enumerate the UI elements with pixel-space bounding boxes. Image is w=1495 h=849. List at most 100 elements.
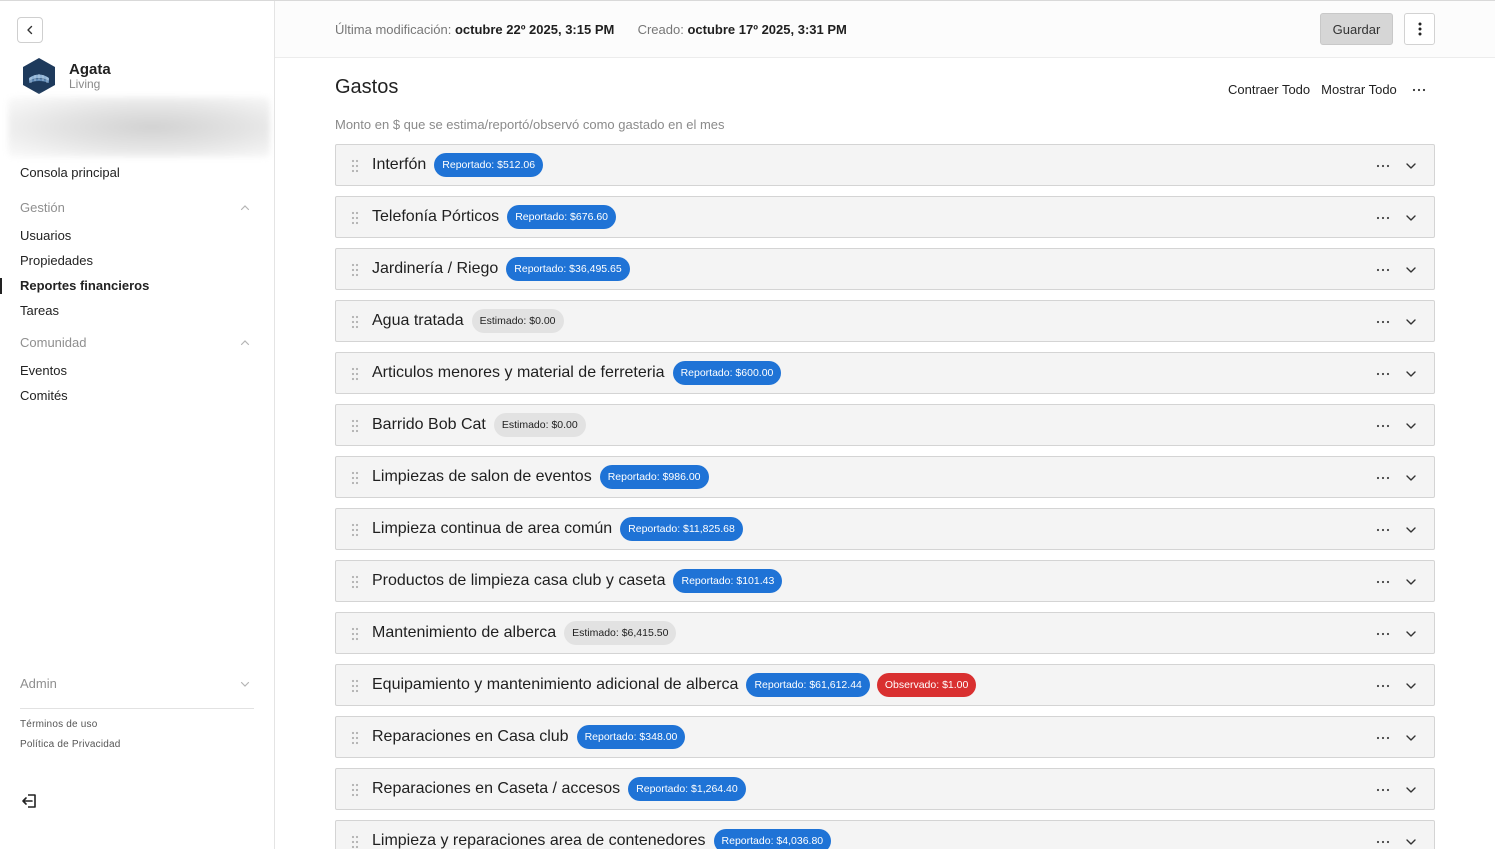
drag-handle-icon[interactable]: [350, 679, 360, 693]
expense-name: Articulos menores y material de ferreter…: [372, 364, 665, 381]
chevron-down-icon[interactable]: [1403, 522, 1419, 538]
sidebar-item-tareas[interactable]: Tareas: [20, 303, 59, 318]
more-horizontal-icon[interactable]: [1375, 158, 1391, 174]
agata-logo-icon: [23, 58, 55, 94]
expense-name: Limpieza continua de area común: [372, 520, 613, 537]
more-horizontal-icon[interactable]: [1375, 522, 1391, 538]
chevron-down-icon[interactable]: [1403, 782, 1419, 798]
expense-row[interactable]: Limpieza continua de area común Reportado…: [335, 508, 1435, 550]
drag-handle-icon[interactable]: [350, 523, 360, 537]
expense-name: Productos de limpieza casa club y caseta: [372, 572, 666, 589]
sidebar-item-comites[interactable]: Comités: [20, 388, 68, 403]
chevron-down-icon[interactable]: [1403, 418, 1419, 434]
expense-row[interactable]: Jardinería / Riego Reportado: $36,495.65: [335, 248, 1435, 290]
app-window: Agata Living Consola principal Gestión U…: [0, 0, 1495, 849]
drag-handle-icon[interactable]: [350, 835, 360, 849]
expense-row[interactable]: Limpieza y reparaciones area de contened…: [335, 820, 1435, 849]
expense-row[interactable]: Barrido Bob Cat Estimado: $0.00: [335, 404, 1435, 446]
reportado-badge: Reportado: $101.43: [673, 569, 783, 593]
more-horizontal-icon[interactable]: [1375, 418, 1391, 434]
page-actions: Contraer Todo Mostrar Todo: [1228, 82, 1426, 97]
drag-handle-icon[interactable]: [350, 419, 360, 433]
chevron-down-icon[interactable]: [1403, 834, 1419, 849]
more-horizontal-icon[interactable]: [1375, 782, 1391, 798]
section-comunidad[interactable]: Comunidad: [20, 335, 250, 350]
modification-info: Última modificación: octubre 22º 2025, 3…: [335, 22, 847, 37]
more-horizontal-icon[interactable]: [1375, 834, 1391, 849]
chevron-down-icon[interactable]: [1403, 314, 1419, 330]
expense-name: Mantenimiento de alberca: [372, 624, 557, 641]
drag-handle-icon[interactable]: [350, 783, 360, 797]
chevron-down-icon[interactable]: [1403, 678, 1419, 694]
sidebar-item-usuarios[interactable]: Usuarios: [20, 228, 71, 243]
drag-handle-icon[interactable]: [350, 159, 360, 173]
expense-row[interactable]: Limpiezas de salon de eventos Reportado: …: [335, 456, 1435, 498]
sidebar-item-eventos[interactable]: Eventos: [20, 363, 67, 378]
chevron-down-icon[interactable]: [1403, 574, 1419, 590]
chevron-down-icon[interactable]: [1403, 210, 1419, 226]
more-horizontal-icon[interactable]: [1375, 366, 1391, 382]
more-horizontal-icon[interactable]: [1375, 314, 1391, 330]
expense-row[interactable]: Telefonía Pórticos Reportado: $676.60: [335, 196, 1435, 238]
more-horizontal-icon[interactable]: [1375, 730, 1391, 746]
collapse-all-button[interactable]: Contraer Todo: [1228, 82, 1310, 97]
reportado-badge: Reportado: $36,495.65: [506, 257, 630, 281]
observado-badge: Observado: $1.00: [876, 673, 977, 697]
section-comunidad-label: Comunidad: [20, 335, 87, 350]
more-horizontal-icon[interactable]: [1375, 574, 1391, 590]
blurred-profile-card[interactable]: [8, 97, 270, 157]
section-gestion[interactable]: Gestión: [20, 200, 250, 215]
more-horizontal-icon[interactable]: [1375, 210, 1391, 226]
expense-row[interactable]: Mantenimiento de alberca Estimado: $6,415…: [335, 612, 1435, 654]
drag-handle-icon[interactable]: [350, 263, 360, 277]
estimado-badge: Estimado: $0.00: [493, 413, 586, 437]
drag-handle-icon[interactable]: [350, 367, 360, 381]
expense-row[interactable]: Productos de limpieza casa club y caseta…: [335, 560, 1435, 602]
more-horizontal-icon[interactable]: [1375, 262, 1391, 278]
more-horizontal-icon[interactable]: [1375, 678, 1391, 694]
chevron-down-icon[interactable]: [1403, 470, 1419, 486]
chevron-down-icon[interactable]: [1403, 158, 1419, 174]
expense-row[interactable]: Articulos menores y material de ferreter…: [335, 352, 1435, 394]
drag-handle-icon[interactable]: [350, 731, 360, 745]
logout-icon[interactable]: [21, 792, 39, 810]
more-horizontal-icon[interactable]: [1375, 626, 1391, 642]
sidebar-item-reportes-financieros[interactable]: Reportes financieros: [20, 278, 149, 293]
chevron-down-icon[interactable]: [1403, 730, 1419, 746]
brand-name: Agata: [69, 61, 111, 78]
back-button[interactable]: [17, 17, 43, 43]
drag-handle-icon[interactable]: [350, 315, 360, 329]
chevron-down-icon[interactable]: [1403, 262, 1419, 278]
expand-all-button[interactable]: Mostrar Todo: [1321, 82, 1397, 97]
drag-handle-icon[interactable]: [350, 575, 360, 589]
chevron-down-icon[interactable]: [1403, 626, 1419, 642]
options-button[interactable]: [1404, 13, 1435, 45]
drag-handle-icon[interactable]: [350, 471, 360, 485]
more-horizontal-icon[interactable]: [1412, 83, 1426, 97]
sidebar-item-consola[interactable]: Consola principal: [20, 165, 120, 180]
sidebar-item-propiedades[interactable]: Propiedades: [20, 253, 93, 268]
expense-row[interactable]: Equipamiento y mantenimiento adicional d…: [335, 664, 1435, 706]
expense-name: Barrido Bob Cat: [372, 416, 486, 433]
terms-link[interactable]: Términos de uso: [20, 719, 97, 730]
chevron-down-icon[interactable]: [1403, 366, 1419, 382]
reportado-badge: Reportado: $1,264.40: [628, 777, 746, 801]
drag-handle-icon[interactable]: [350, 211, 360, 225]
expense-name: Interfón: [372, 156, 427, 173]
expense-row[interactable]: Agua tratada Estimado: $0.00: [335, 300, 1435, 342]
drag-handle-icon[interactable]: [350, 627, 360, 641]
section-admin-label: Admin: [20, 676, 57, 691]
page-subtitle: Monto en $ que se estima/reportó/observó…: [335, 117, 725, 132]
save-button[interactable]: Guardar: [1320, 13, 1393, 45]
section-admin[interactable]: Admin: [20, 676, 250, 691]
expense-row[interactable]: Reparaciones en Caseta / accesos Reportad…: [335, 768, 1435, 810]
privacy-link[interactable]: Política de Privacidad: [20, 739, 121, 750]
page-title: Gastos: [335, 76, 399, 98]
expense-name: Jardinería / Riego: [372, 260, 499, 277]
active-indicator: [0, 278, 2, 294]
more-horizontal-icon[interactable]: [1375, 470, 1391, 486]
expense-name: Agua tratada: [372, 312, 464, 329]
expense-row[interactable]: Interfón Reportado: $512.06: [335, 144, 1435, 186]
expense-row[interactable]: Reparaciones en Casa club Reportado: $348…: [335, 716, 1435, 758]
brand[interactable]: Agata Living: [20, 57, 111, 95]
